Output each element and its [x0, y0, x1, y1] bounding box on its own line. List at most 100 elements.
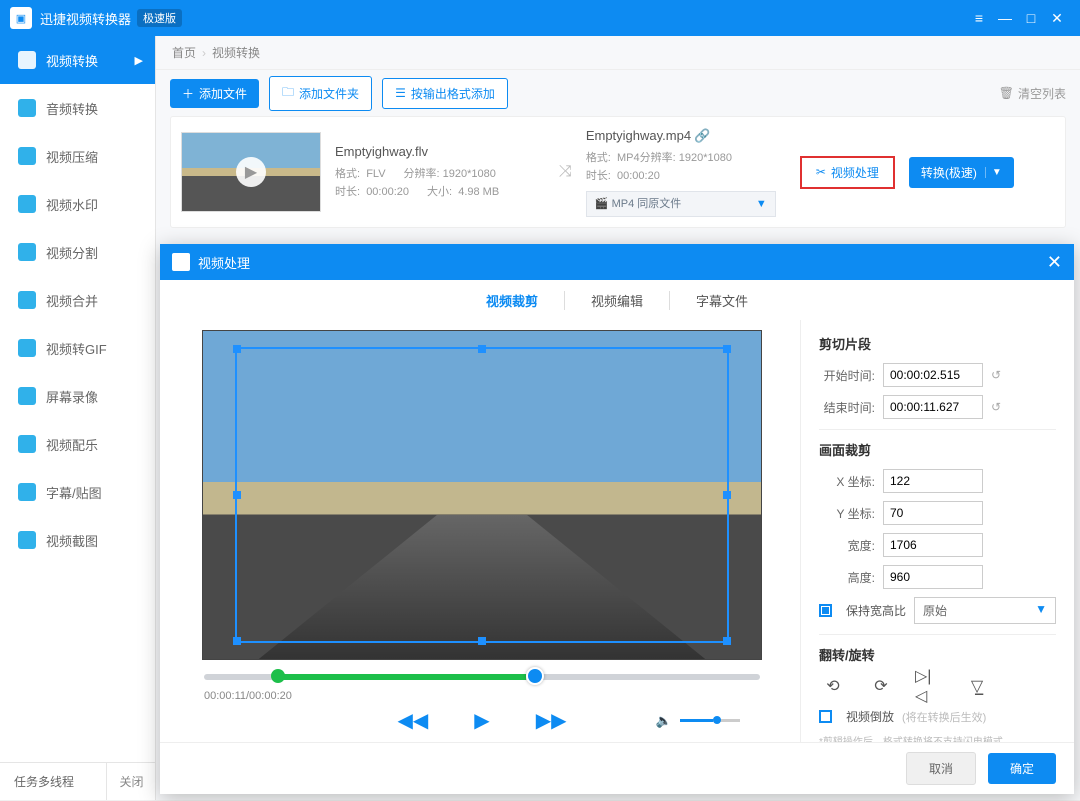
- sidebar-footer: 任务多线程 关闭: [0, 762, 156, 800]
- crop-handle[interactable]: [723, 491, 731, 499]
- tab-edit[interactable]: 视频编辑: [565, 291, 670, 310]
- video-preview[interactable]: [202, 330, 762, 660]
- start-time-input[interactable]: [883, 363, 983, 387]
- add-file-button[interactable]: ＋添加文件: [170, 79, 259, 108]
- reset-end-icon[interactable]: ↺: [991, 400, 1001, 414]
- input-info: Emptyighway.flv 格式: FLV分辨率: 1920*1080 时长…: [335, 143, 545, 201]
- breadcrumb-home[interactable]: 首页: [172, 44, 196, 61]
- crop-handle[interactable]: [478, 637, 486, 645]
- sidebar: 视频转换 ▶ 音频转换 视频压缩 视频水印 视频分割 视频合并 视频转GIF 屏…: [0, 36, 156, 800]
- clip-section-title: 剪切片段: [819, 334, 1056, 353]
- reverse-checkbox[interactable]: [819, 710, 832, 723]
- playback-controls: ◀◀ ▶ ▶▶ 🔈: [204, 708, 760, 733]
- minimize-icon[interactable]: ―: [992, 10, 1018, 26]
- gif-icon: [18, 339, 36, 357]
- volume-slider[interactable]: [680, 719, 740, 722]
- plus-icon: ＋: [182, 85, 194, 102]
- crop-x-input[interactable]: [883, 469, 983, 493]
- rotate-left-icon[interactable]: ⟲: [819, 674, 847, 698]
- video-icon: [18, 51, 36, 69]
- chevron-right-icon: ▶: [135, 54, 143, 67]
- shuffle-icon[interactable]: ⤨: [559, 163, 572, 181]
- end-time-input[interactable]: [883, 395, 983, 419]
- crop-width-input[interactable]: [883, 533, 983, 557]
- play-button[interactable]: ▶: [474, 708, 489, 733]
- close-icon[interactable]: ✕: [1044, 10, 1070, 27]
- sidebar-item-merge[interactable]: 视频合并: [0, 276, 155, 324]
- scissors-icon: ✂: [816, 165, 826, 179]
- sidebar-item-subtitle[interactable]: 字幕/贴图: [0, 468, 155, 516]
- crop-height-input[interactable]: [883, 565, 983, 589]
- video-process-button[interactable]: ✂视频处理: [800, 156, 895, 189]
- toolbar: ＋添加文件 🗀添加文件夹 ☰按输出格式添加 🗑清空列表: [156, 70, 1080, 116]
- sidebar-item-split[interactable]: 视频分割: [0, 228, 155, 276]
- dialog-tabs: 视频裁剪 视频编辑 字幕文件: [160, 280, 1074, 320]
- sidebar-item-screenshot[interactable]: 视频截图: [0, 516, 155, 564]
- audio-icon: [18, 99, 36, 117]
- timecode: 00:00:11/00:00:20: [204, 690, 760, 702]
- link-icon[interactable]: 🔗: [694, 128, 710, 143]
- crop-handle[interactable]: [233, 491, 241, 499]
- crop-handle[interactable]: [723, 637, 731, 645]
- rotate-right-icon[interactable]: ⟳: [867, 674, 895, 698]
- sidebar-item-video-convert[interactable]: 视频转换 ▶: [0, 36, 155, 84]
- ok-button[interactable]: 确定: [988, 753, 1056, 784]
- output-filename: Emptyighway.mp4: [586, 128, 691, 143]
- dialog-title: 视频处理: [198, 253, 250, 272]
- crop-handle[interactable]: [233, 637, 241, 645]
- compress-icon: [18, 147, 36, 165]
- sidebar-item-music[interactable]: 视频配乐: [0, 420, 155, 468]
- folder-icon: 🗀: [282, 83, 294, 104]
- crop-y-input[interactable]: [883, 501, 983, 525]
- sidebar-item-audio-convert[interactable]: 音频转换: [0, 84, 155, 132]
- keep-ratio-label: 保持宽高比: [846, 602, 906, 619]
- volume-control[interactable]: 🔈: [656, 713, 740, 729]
- keep-ratio-checkbox[interactable]: [819, 604, 832, 617]
- thread-close-button[interactable]: 关闭: [106, 763, 156, 800]
- sidebar-item-gif[interactable]: 视频转GIF: [0, 324, 155, 372]
- tab-crop[interactable]: 视频裁剪: [460, 291, 565, 310]
- flip-vertical-icon[interactable]: ▽̲: [963, 674, 991, 698]
- sidebar-item-watermark[interactable]: 视频水印: [0, 180, 155, 228]
- output-info: Emptyighway.mp4🔗 格式: MP4分辨率: 1920*1080 时…: [586, 127, 786, 217]
- dialog-icon: [172, 253, 190, 271]
- sidebar-item-compress[interactable]: 视频压缩: [0, 132, 155, 180]
- split-icon: [18, 243, 36, 261]
- forward-button[interactable]: ▶▶: [536, 708, 567, 733]
- menu-icon[interactable]: ≡: [966, 10, 992, 26]
- app-title: 迅捷视频转换器: [40, 9, 131, 28]
- video-thumbnail[interactable]: ▶: [181, 132, 321, 212]
- add-folder-button[interactable]: 🗀添加文件夹: [269, 76, 372, 111]
- output-preset-select[interactable]: 🎬 MP4 同原文件▼: [586, 191, 776, 217]
- music-icon: [18, 435, 36, 453]
- add-by-format-button[interactable]: ☰按输出格式添加: [382, 78, 508, 109]
- cancel-button[interactable]: 取消: [906, 752, 976, 785]
- crop-handle[interactable]: [478, 345, 486, 353]
- flip-horizontal-icon[interactable]: ▷|◁: [915, 674, 943, 698]
- sidebar-item-label: 视频转换: [46, 51, 98, 70]
- convert-button[interactable]: 转换(极速)▼: [909, 157, 1014, 188]
- maximize-icon[interactable]: □: [1018, 10, 1044, 26]
- watermark-icon: [18, 195, 36, 213]
- volume-icon: 🔈: [656, 713, 672, 729]
- video-process-dialog: 视频处理 ✕ 视频裁剪 视频编辑 字幕文件 00:00:11/00:00:20: [160, 244, 1074, 794]
- crop-handle[interactable]: [233, 345, 241, 353]
- titlebar: ▣ 迅捷视频转换器 极速版 ≡ ― □ ✕: [0, 0, 1080, 36]
- sidebar-item-record[interactable]: 屏幕录像: [0, 372, 155, 420]
- timeline-track[interactable]: [204, 674, 760, 680]
- clear-list-button[interactable]: 🗑清空列表: [999, 85, 1066, 102]
- dialog-close-icon[interactable]: ✕: [1047, 252, 1062, 273]
- dialog-titlebar: 视频处理 ✕: [160, 244, 1074, 280]
- rewind-button[interactable]: ◀◀: [398, 708, 429, 733]
- dialog-footer: 取消 确定: [160, 742, 1074, 794]
- caret-down-icon[interactable]: ▼: [985, 167, 1002, 178]
- breadcrumb-current: 视频转换: [212, 44, 260, 61]
- ratio-select[interactable]: 原始▼: [914, 597, 1056, 624]
- crop-rectangle[interactable]: [235, 347, 729, 643]
- tab-subtitle[interactable]: 字幕文件: [670, 291, 774, 310]
- timeline: 00:00:11/00:00:20 ◀◀ ▶ ▶▶ 🔈: [184, 674, 780, 733]
- reset-start-icon[interactable]: ↺: [991, 368, 1001, 382]
- timeline-selection[interactable]: [276, 674, 526, 680]
- timeline-playhead[interactable]: [526, 667, 544, 685]
- crop-handle[interactable]: [723, 345, 731, 353]
